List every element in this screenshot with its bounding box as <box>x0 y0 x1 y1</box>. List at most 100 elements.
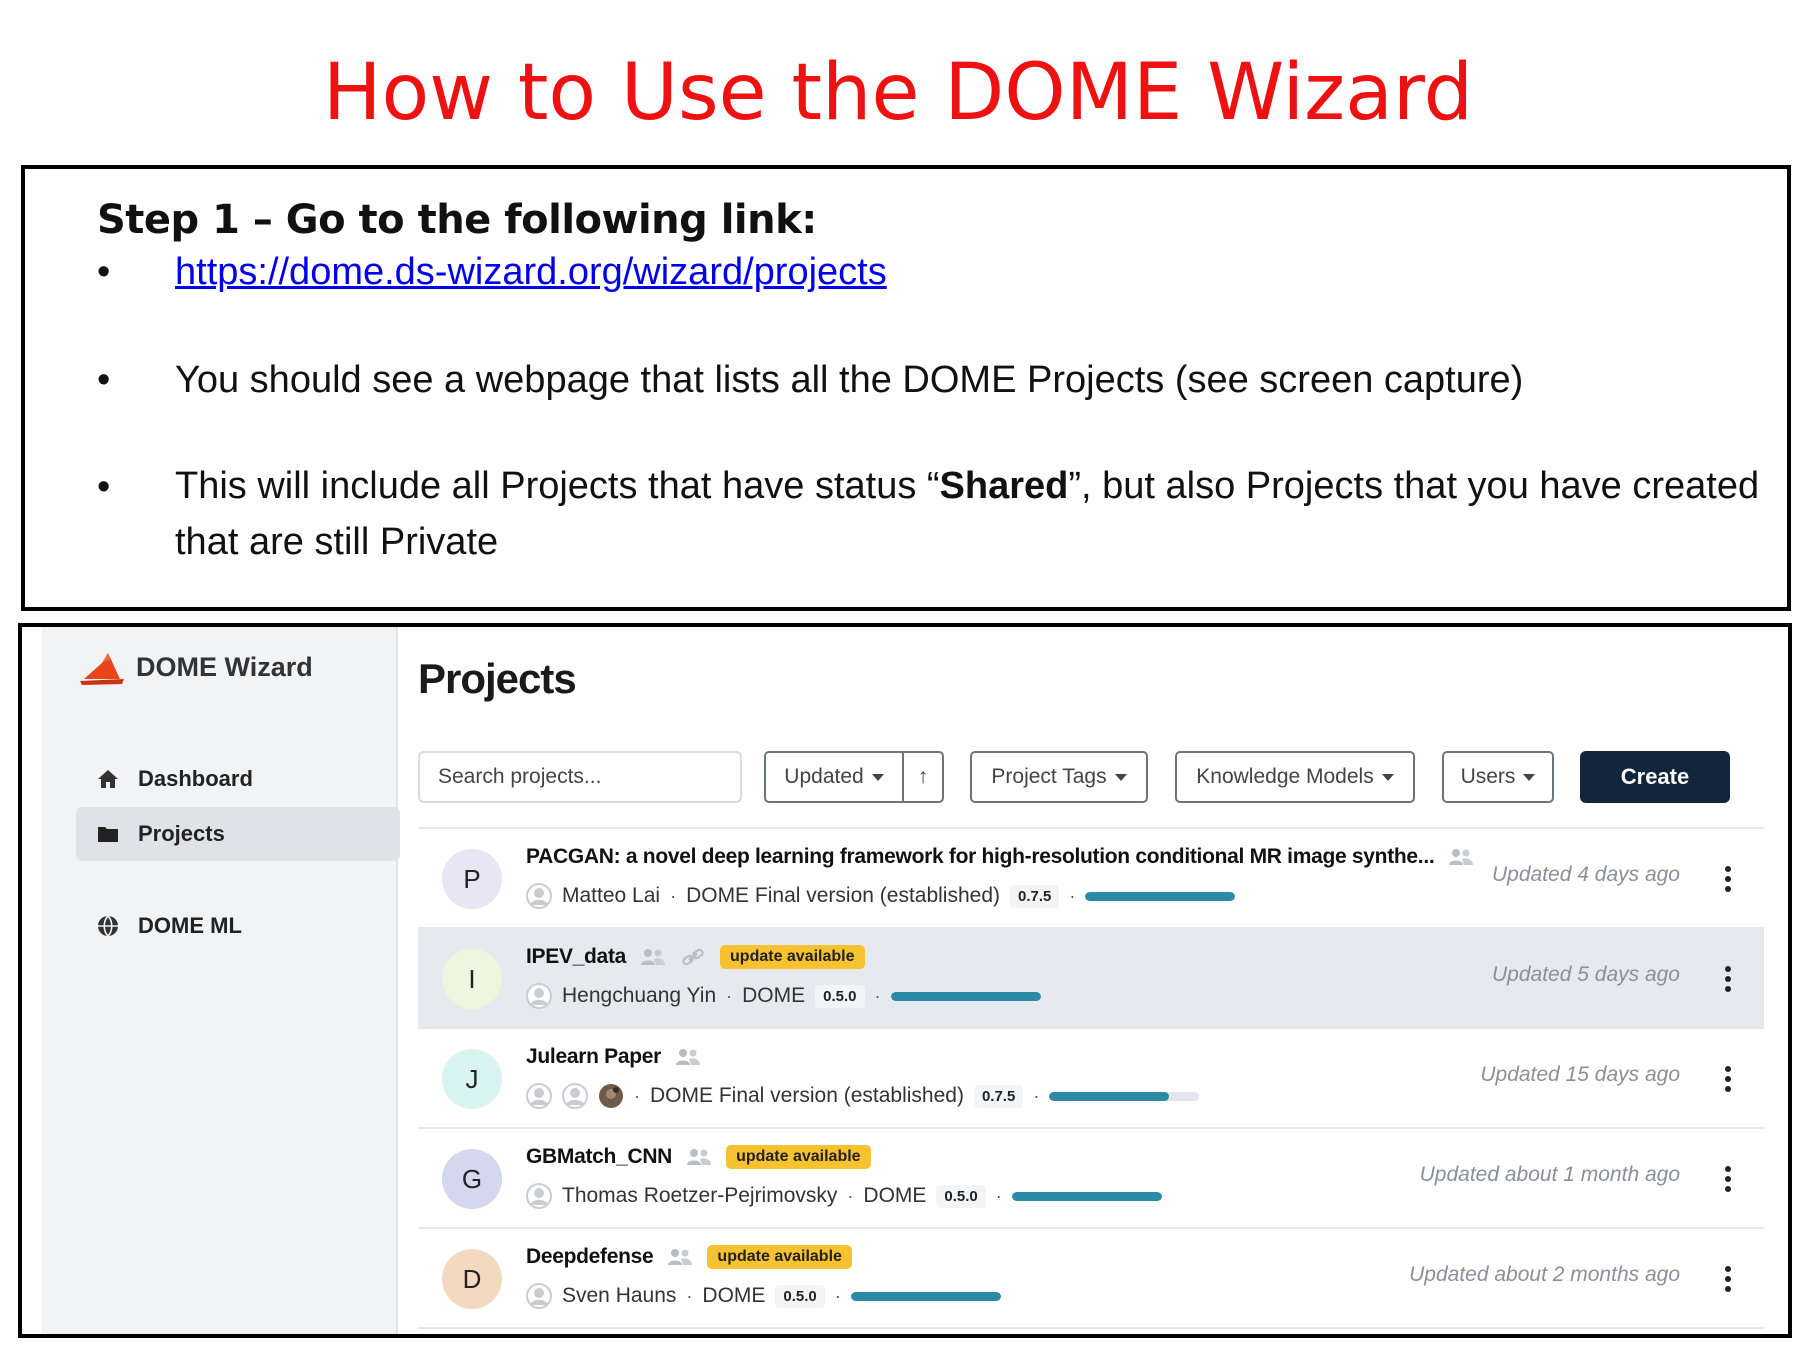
sidebar-item-label: Projects <box>138 821 225 846</box>
shared-users-icon <box>641 949 666 965</box>
project-initial: G <box>461 1163 483 1194</box>
project-meta: Matteo Lai · DOME Final version (establish… <box>526 883 1236 909</box>
progress-fill <box>850 1291 1001 1301</box>
home-icon <box>98 770 118 788</box>
separator-dot: · <box>874 985 881 1006</box>
wizard-hat-logo-icon <box>80 653 124 685</box>
create-button[interactable]: Create <box>1580 751 1730 803</box>
user-avatar-icon <box>526 1183 552 1209</box>
more-options-icon[interactable] <box>1722 865 1734 893</box>
project-initial: I <box>468 963 476 994</box>
project-title-line: PACGAN: a novel deep learning framework … <box>526 845 1474 869</box>
owner-name[interactable]: Hengchuang Yin <box>562 984 716 1008</box>
separator-dot: · <box>1069 885 1076 906</box>
more-options-icon[interactable] <box>1722 1065 1734 1093</box>
progress-fill <box>1049 1091 1170 1101</box>
project-meta: Thomas Roetzer-Pejrimovsky · DOME 0.5.0 · <box>526 1183 1162 1209</box>
progress-fill <box>1011 1191 1162 1201</box>
project-name[interactable]: IPEV_data <box>526 945 626 969</box>
globe-icon <box>98 915 118 937</box>
owner-name[interactable]: Matteo Lai <box>562 884 660 908</box>
update-available-badge: update available <box>720 945 865 969</box>
owner-name[interactable]: Thomas Roetzer-Pejrimovsky <box>562 1184 837 1208</box>
search-input[interactable] <box>418 751 742 803</box>
project-avatar: J <box>442 1049 502 1109</box>
bullet-symbol: • <box>97 251 111 293</box>
sidebar-item-projects[interactable]: Projects <box>76 807 400 861</box>
bullet-symbol: • <box>97 359 111 401</box>
project-row[interactable]: J Julearn Paper · DOME Final version (estab… <box>418 1029 1764 1129</box>
project-initial: P <box>463 863 481 894</box>
sidebar-item-dome-ml[interactable]: DOME ML <box>76 899 400 953</box>
knowledge-models-label: Knowledge Models <box>1196 765 1374 788</box>
bullet-text-pre: This will include all Projects that have… <box>175 465 940 507</box>
project-avatar: I <box>442 949 502 1009</box>
progress-bar <box>850 1291 1001 1301</box>
knowledge-models-dropdown[interactable]: Knowledge Models <box>1175 751 1415 803</box>
version-badge: 0.7.5 <box>1010 884 1060 908</box>
knowledge-model-name: DOME <box>742 984 806 1007</box>
update-available-badge: update available <box>707 1245 852 1269</box>
project-meta: · DOME Final version (established) 0.7.5 · <box>526 1083 1200 1109</box>
project-avatar: D <box>442 1249 502 1309</box>
bullet-symbol: • <box>97 466 111 508</box>
bullet-text: You should see a webpage that lists all … <box>175 359 1524 401</box>
toolbar: Updated ↑ Project Tags Knowledge Models … <box>418 751 1778 803</box>
user-avatar-icon <box>526 883 552 909</box>
more-options-icon[interactable] <box>1722 1265 1734 1293</box>
project-row[interactable]: I IPEV_data update available Hengchuang Yin… <box>418 929 1764 1029</box>
shared-users-icon <box>668 1249 693 1265</box>
more-options-icon[interactable] <box>1722 965 1734 993</box>
caret-down-icon <box>1523 773 1536 781</box>
project-row[interactable]: D Deepdefense update available Sven Hauns · D… <box>418 1229 1764 1329</box>
screen-capture: DOME Wizard Dashboard Projects DOME ML P… <box>18 623 1792 1338</box>
sidebar-item-label: DOME ML <box>138 913 242 938</box>
project-row[interactable]: G GBMatch_CNN update available Thomas Roetz… <box>418 1129 1764 1229</box>
sort-direction-button[interactable]: ↑ <box>902 751 944 803</box>
project-name[interactable]: PACGAN: a novel deep learning framework … <box>526 845 1435 869</box>
instructions-box: Step 1 – Go to the following link: • htt… <box>21 165 1791 611</box>
more-options-icon[interactable] <box>1722 1165 1734 1193</box>
knowledge-model-name: DOME <box>863 1184 927 1207</box>
user-avatar-icon <box>526 1083 552 1109</box>
updated-timestamp: Updated 4 days ago <box>1492 863 1680 886</box>
project-initial: D <box>462 1263 482 1294</box>
main-content: Projects Updated ↑ Project Tags Knowledg… <box>400 627 1788 1334</box>
updated-timestamp: Updated about 1 month ago <box>1419 1163 1680 1186</box>
user-avatar-icon <box>562 1083 588 1109</box>
shared-users-icon <box>1449 849 1474 865</box>
project-name[interactable]: Julearn Paper <box>526 1045 661 1069</box>
user-photo-avatar <box>599 1084 623 1108</box>
progress-fill <box>890 991 1041 1001</box>
arrow-up-icon: ↑ <box>917 765 929 788</box>
updated-timestamp: Updated about 2 months ago <box>1409 1263 1680 1286</box>
shared-users-icon <box>687 1149 712 1165</box>
version-badge: 0.5.0 <box>775 1284 825 1308</box>
knowledge-model-name: DOME Final version (established) <box>686 884 1001 907</box>
separator-dot: · <box>670 885 677 906</box>
caret-down-icon <box>1114 773 1127 781</box>
version-badge: 0.5.0 <box>815 984 865 1008</box>
project-name[interactable]: Deepdefense <box>526 1245 654 1269</box>
user-avatar-icon <box>526 983 552 1009</box>
folder-icon <box>98 827 118 842</box>
project-name[interactable]: GBMatch_CNN <box>526 1145 672 1169</box>
users-label: Users <box>1460 765 1516 788</box>
owner-name[interactable]: Sven Hauns <box>562 1284 676 1308</box>
project-tags-dropdown[interactable]: Project Tags <box>970 751 1148 803</box>
page-title: Projects <box>418 655 577 702</box>
project-title-line: IPEV_data update available <box>526 945 865 969</box>
brand[interactable]: DOME Wizard <box>80 649 313 685</box>
wizard-projects-link[interactable]: https://dome.ds-wizard.org/wizard/projec… <box>175 251 887 294</box>
brand-name: DOME Wizard <box>136 651 313 682</box>
sort-dropdown[interactable]: Updated <box>764 751 904 803</box>
project-row[interactable]: P PACGAN: a novel deep learning framework… <box>418 829 1764 929</box>
bullet-text: This will include all Projects that have… <box>175 458 1795 570</box>
users-dropdown[interactable]: Users <box>1442 751 1554 803</box>
updated-timestamp: Updated 15 days ago <box>1480 1063 1680 1086</box>
separator-dot: · <box>686 1285 693 1306</box>
separator-dot: · <box>726 985 733 1006</box>
project-list: P PACGAN: a novel deep learning framework… <box>418 827 1764 1329</box>
sidebar-item-dashboard[interactable]: Dashboard <box>76 752 400 806</box>
project-avatar: G <box>442 1149 502 1209</box>
